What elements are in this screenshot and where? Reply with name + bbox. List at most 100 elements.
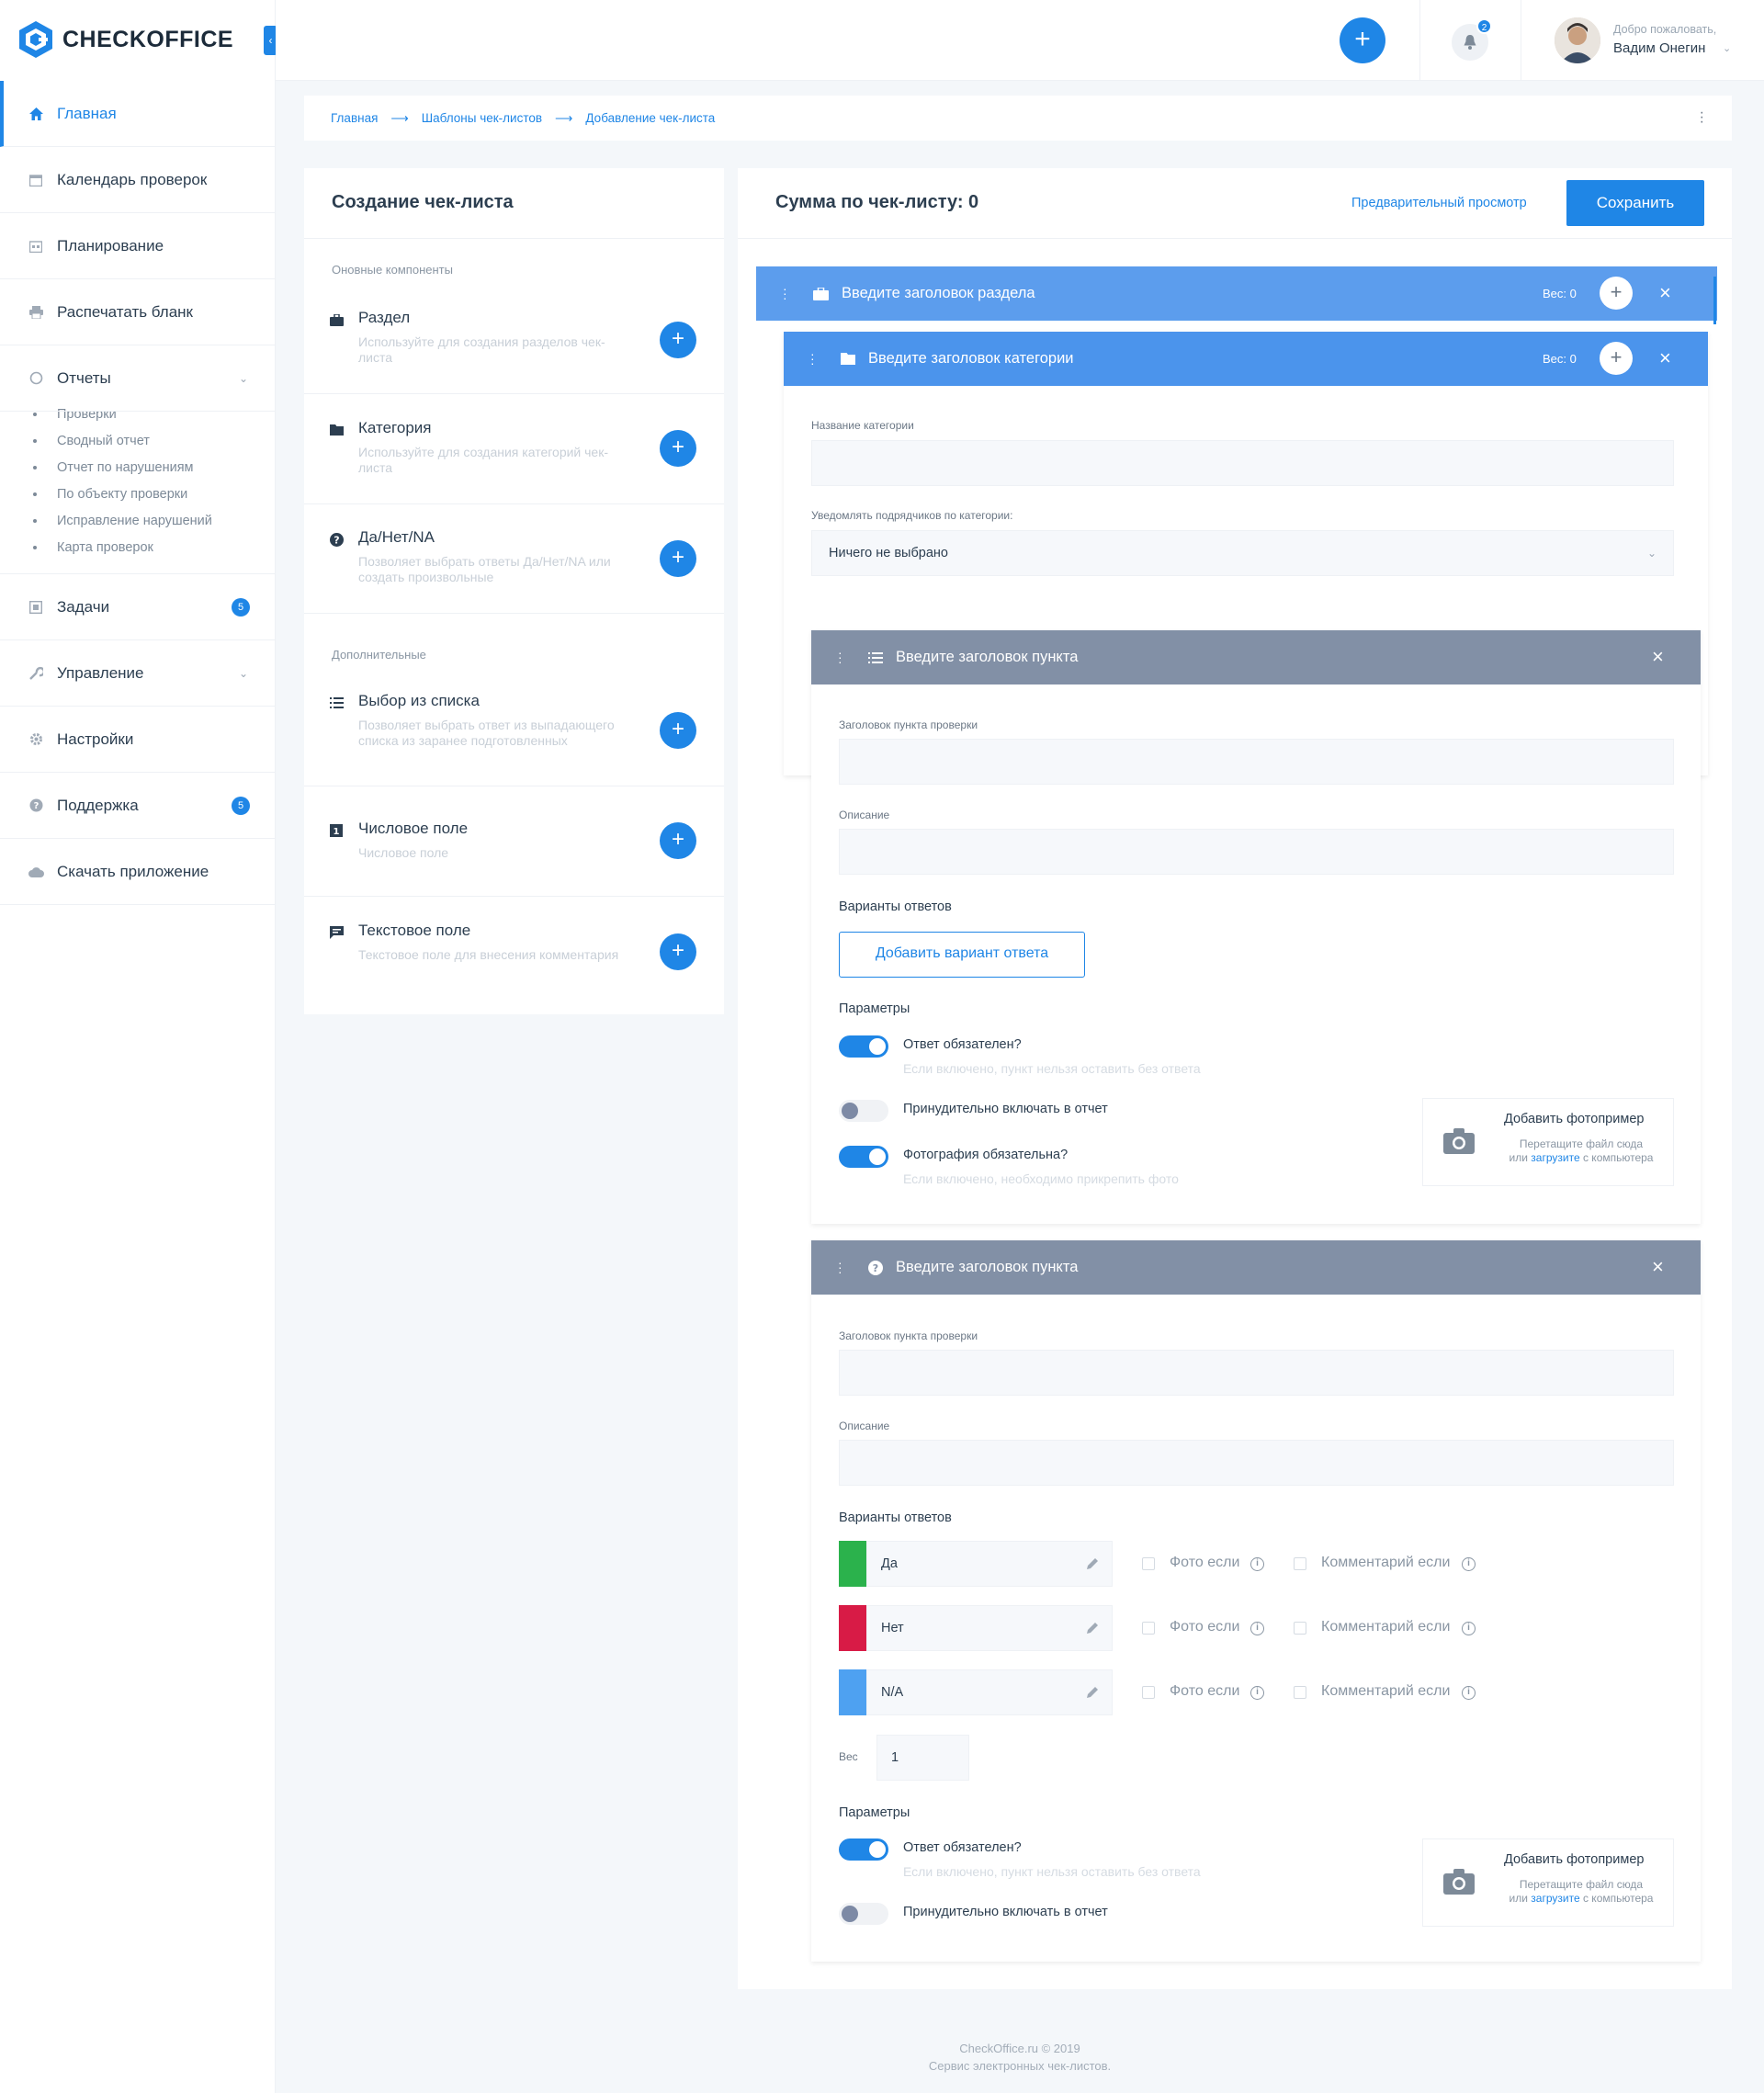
pencil-icon[interactable] (1087, 1622, 1099, 1634)
close-icon[interactable]: × (1659, 283, 1671, 303)
add-number-field-button[interactable]: + (660, 822, 696, 859)
info-icon[interactable]: i (1462, 1686, 1476, 1700)
footer-tagline: Сервис электронных чек-листов. (928, 2059, 1112, 2073)
item-title-input[interactable] (839, 1350, 1674, 1396)
submenu-item[interactable]: Карта проверок (0, 534, 276, 560)
breadcrumb-item[interactable]: Шаблоны чек-листов (422, 111, 542, 125)
submenu-item[interactable]: Исправление нарушений (0, 507, 276, 534)
sidebar-item-planning[interactable]: Планирование (0, 213, 276, 279)
add-section-button[interactable]: + (660, 322, 696, 358)
sidebar-item-management[interactable]: Управление ⌄ (0, 640, 276, 707)
force-include-toggle[interactable] (839, 1100, 888, 1122)
section-title[interactable]: Введите заголовок раздела (842, 285, 1035, 302)
answer-color-swatch[interactable] (839, 1605, 866, 1651)
question-icon: ? (868, 1260, 883, 1275)
answer-color-swatch[interactable] (839, 1541, 866, 1587)
avatar[interactable] (1555, 17, 1600, 63)
pencil-icon[interactable] (1087, 1686, 1099, 1698)
item-title-input[interactable] (839, 739, 1674, 785)
sidebar-item-reports[interactable]: Отчеты ⌄ (0, 345, 276, 412)
photo-example-dropzone[interactable]: Добавить фотопример Перетащите файл сюда… (1422, 1838, 1674, 1927)
sidebar-item-tasks[interactable]: Задачи 5 (0, 574, 276, 640)
section-weight: Вес: 0 (1543, 287, 1577, 300)
comment-if-checkbox[interactable] (1294, 1686, 1306, 1699)
photo-title: Добавить фотопример (1504, 1112, 1645, 1126)
welcome-text: Добро пожаловать, (1613, 23, 1717, 36)
sidebar-item-support[interactable]: ? Поддержка 5 (0, 773, 276, 839)
item-header: · · · ? Введите заголовок пункта × (811, 1240, 1701, 1295)
drag-handle-icon[interactable]: · · · (783, 282, 787, 304)
pencil-icon[interactable] (1087, 1557, 1099, 1569)
submenu-item[interactable]: Сводный отчет (0, 427, 276, 454)
force-include-toggle[interactable] (839, 1903, 888, 1925)
upload-link[interactable]: загрузите (1531, 1151, 1579, 1164)
breadcrumb-item[interactable]: Главная (331, 111, 378, 125)
more-options-icon[interactable]: · · · (1700, 106, 1704, 130)
item-description-input[interactable] (839, 829, 1674, 875)
close-icon[interactable]: × (1659, 348, 1671, 368)
photo-example-dropzone[interactable]: Добавить фотопример Перетащите файл сюда… (1422, 1098, 1674, 1186)
answer-input[interactable]: N/A (866, 1669, 1113, 1715)
sidebar-item-home[interactable]: Главная (0, 81, 276, 147)
submenu-item[interactable]: Отчет по нарушениям (0, 454, 276, 481)
info-icon[interactable]: i (1462, 1557, 1476, 1571)
photo-required-toggle[interactable] (839, 1146, 888, 1168)
user-name[interactable]: Вадим Онегин (1613, 40, 1705, 56)
sidebar-item-print[interactable]: Распечатать бланк (0, 279, 276, 345)
add-yes-no-na-button[interactable]: + (660, 540, 696, 577)
divider (1419, 0, 1420, 81)
category-name-input[interactable] (811, 440, 1674, 486)
close-icon[interactable]: × (1652, 1257, 1664, 1277)
answer-color-swatch[interactable] (839, 1669, 866, 1715)
add-category-button[interactable]: + (660, 430, 696, 467)
submenu-item[interactable]: По объекту проверки (0, 481, 276, 507)
close-icon[interactable]: × (1652, 647, 1664, 667)
save-button[interactable]: Сохранить (1566, 180, 1704, 226)
toggle-label: Принудительно включать в отчет (903, 1905, 1108, 1919)
item-title[interactable]: Введите заголовок пункта (896, 649, 1078, 666)
add-new-button[interactable]: + (1340, 17, 1385, 63)
answer-input[interactable]: Нет (866, 1605, 1113, 1651)
sidebar-item-calendar[interactable]: Календарь проверок (0, 147, 276, 213)
comment-if-checkbox[interactable] (1294, 1622, 1306, 1635)
add-to-section-button[interactable]: + (1600, 277, 1633, 310)
add-text-field-button[interactable]: + (660, 933, 696, 970)
answer-row-no: Нет (839, 1605, 1113, 1651)
add-to-category-button[interactable]: + (1600, 342, 1633, 375)
chevron-down-icon[interactable]: ⌄ (1723, 42, 1731, 54)
category-title[interactable]: Введите заголовок категории (868, 350, 1074, 368)
breadcrumb-item[interactable]: Добавление чек-листа (585, 111, 715, 125)
brand-logo[interactable]: CHECKOFFICE (18, 20, 233, 59)
component-title: Выбор из списка (358, 692, 480, 709)
weight-input[interactable]: 1 (876, 1735, 969, 1781)
drag-handle-icon[interactable]: · · · (838, 646, 842, 668)
photo-if-checkbox[interactable] (1142, 1622, 1155, 1635)
sidebar-item-settings[interactable]: Настройки (0, 707, 276, 773)
answer-required-toggle[interactable] (839, 1035, 888, 1058)
photo-if-checkbox[interactable] (1142, 1557, 1155, 1570)
notify-contractors-select[interactable]: Ничего не выбрано ⌄ (811, 530, 1674, 576)
svg-text:?: ? (33, 801, 39, 811)
drag-handle-icon[interactable]: · · · (810, 347, 815, 369)
footer: CheckOffice.ru © 2019 Сервис электронных… (276, 2040, 1764, 2075)
info-icon[interactable]: i (1250, 1686, 1264, 1700)
drag-handle-icon[interactable]: · · · (838, 1256, 842, 1278)
photo-if-checkbox[interactable] (1142, 1686, 1155, 1699)
divider (304, 613, 724, 614)
item-description-input[interactable] (839, 1440, 1674, 1486)
comment-if-checkbox[interactable] (1294, 1557, 1306, 1570)
photo-description: Перетащите файл сюда или загрузите с комп… (1509, 1137, 1654, 1164)
info-icon[interactable]: i (1250, 1622, 1264, 1635)
info-icon[interactable]: i (1250, 1557, 1264, 1571)
answer-input[interactable]: Да (866, 1541, 1113, 1587)
svg-text:?: ? (873, 1262, 878, 1274)
info-icon[interactable]: i (1462, 1622, 1476, 1635)
add-list-select-button[interactable]: + (660, 712, 696, 749)
answer-required-toggle[interactable] (839, 1838, 888, 1861)
upload-link[interactable]: загрузите (1531, 1892, 1579, 1905)
component-description: Числовое поле (358, 845, 449, 860)
add-answer-button[interactable]: Добавить вариант ответа (839, 932, 1085, 978)
item-title[interactable]: Введите заголовок пункта (896, 1259, 1078, 1276)
preview-link[interactable]: Предварительный просмотр (1351, 196, 1527, 210)
sidebar-item-download-app[interactable]: Скачать приложение (0, 839, 276, 905)
